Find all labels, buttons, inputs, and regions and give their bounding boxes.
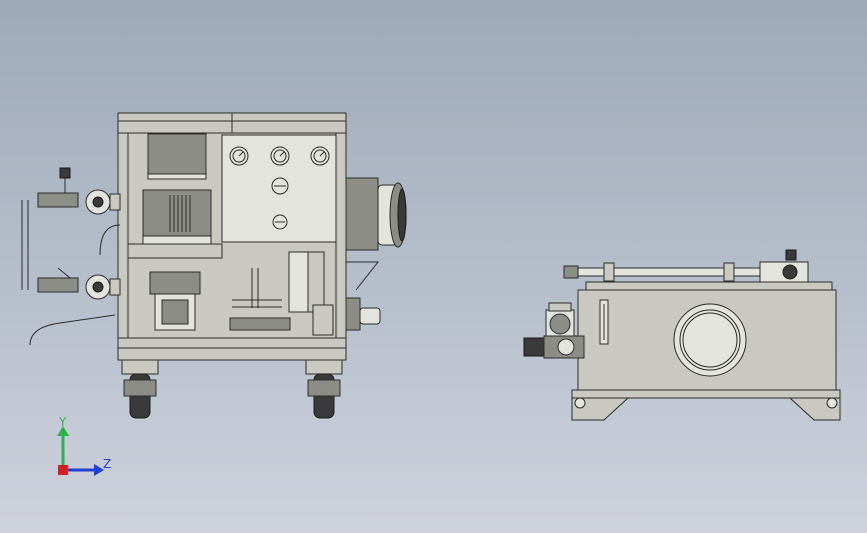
pressure-gauge-3[interactable] <box>310 146 330 166</box>
pump <box>149 271 201 331</box>
hose-barb <box>359 307 381 325</box>
outlet-fitting <box>345 297 361 331</box>
coordinate-triad: Y Z <box>57 415 111 476</box>
left-pipe-manifold <box>21 189 121 346</box>
caster-left <box>121 359 159 419</box>
motor-base <box>127 243 223 259</box>
side-flange-block <box>345 177 379 251</box>
panel-switch[interactable] <box>272 214 288 230</box>
coupling-disc <box>377 182 407 248</box>
filter-housing <box>288 251 310 313</box>
caster-right <box>305 359 343 419</box>
tank-base <box>571 389 841 421</box>
y-axis-label: Y <box>58 415 67 429</box>
x-axis-origin <box>58 465 68 475</box>
cad-viewport[interactable]: Y Z <box>0 0 867 533</box>
valve-handle-bottom[interactable] <box>57 267 71 279</box>
skid-unit-side-view[interactable] <box>21 112 407 419</box>
pressure-gauge-1[interactable] <box>229 146 249 166</box>
valve-handle-top[interactable] <box>59 167 71 193</box>
tank-unit-side-view[interactable] <box>523 249 841 421</box>
electric-motor <box>142 133 212 247</box>
top-pipe-run <box>563 249 809 283</box>
support-brace <box>346 261 380 291</box>
pressure-gauge-2[interactable] <box>270 146 290 166</box>
cad-drawing: Y Z <box>21 112 841 476</box>
tank-valve-cluster[interactable] <box>523 302 585 359</box>
tank-lid <box>585 281 833 291</box>
z-axis-label: Z <box>103 457 111 471</box>
panel-meter[interactable] <box>271 177 289 195</box>
base-skid <box>117 337 347 361</box>
inspection-port[interactable] <box>673 303 747 377</box>
